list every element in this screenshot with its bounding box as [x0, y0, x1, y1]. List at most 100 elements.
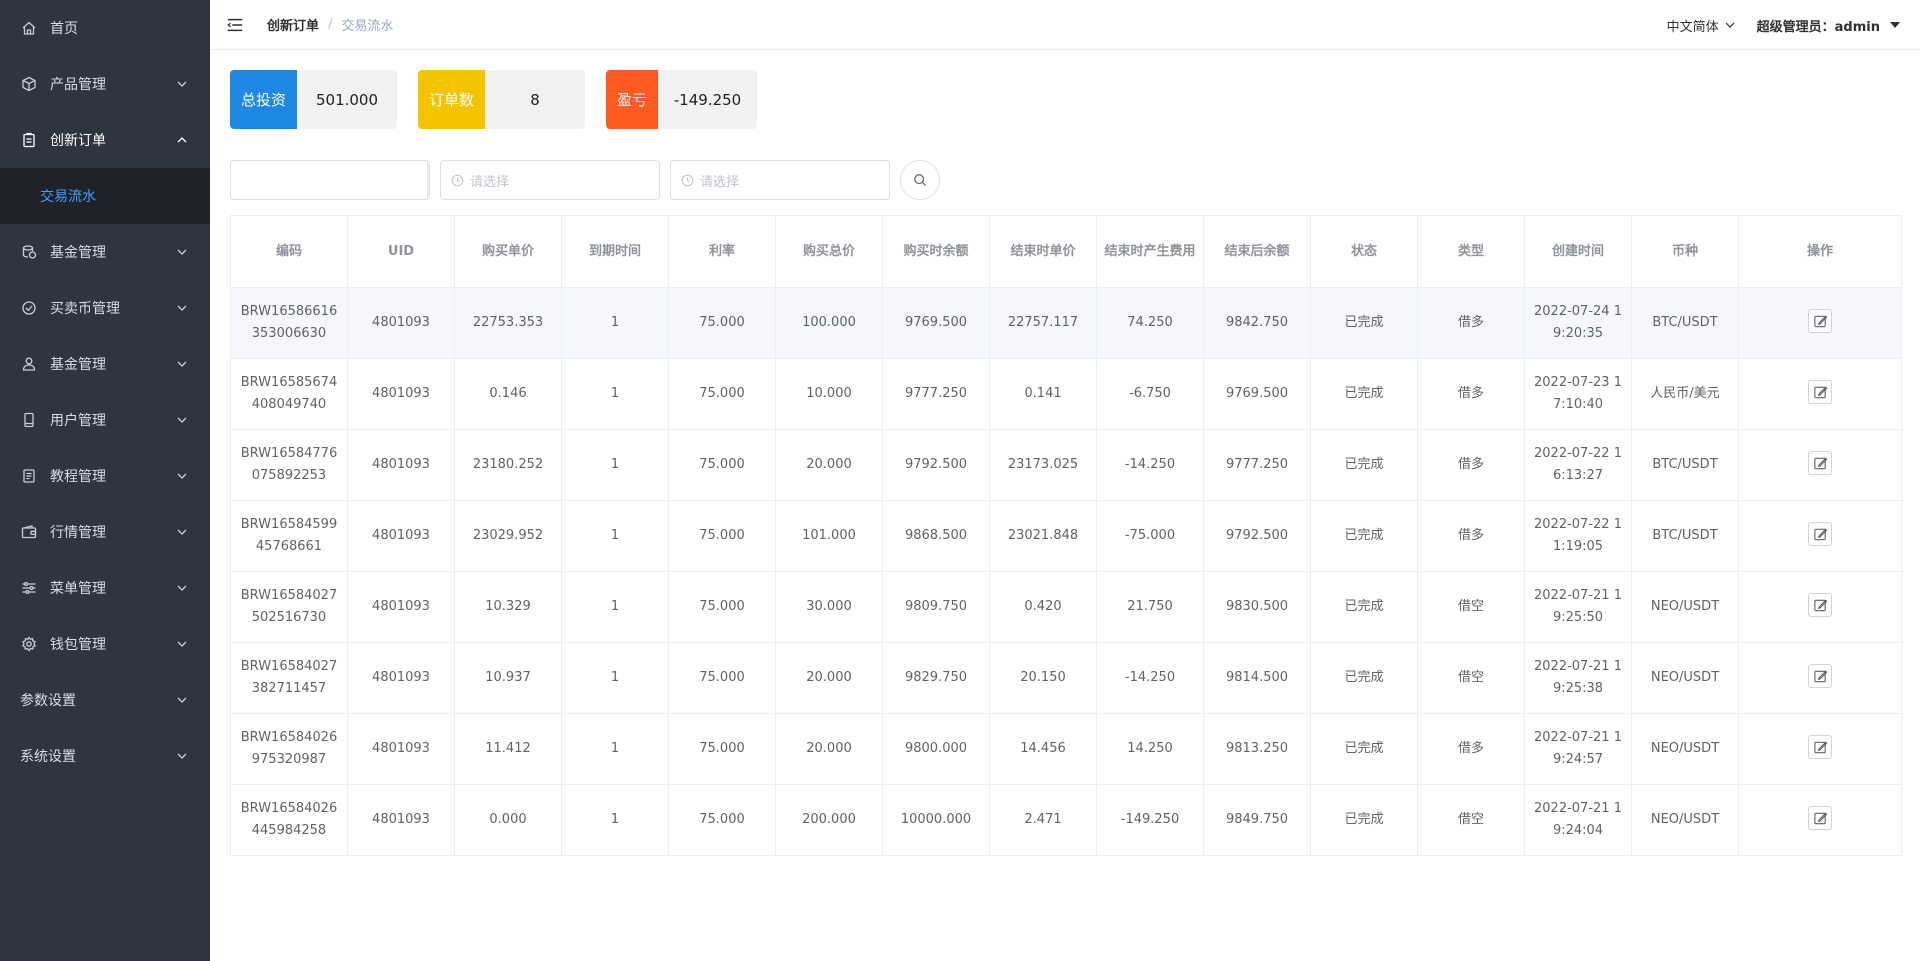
end-date-picker[interactable]: 请选择	[670, 160, 890, 200]
sidebar-item-label: 菜单管理	[50, 581, 106, 597]
edit-button[interactable]	[1808, 593, 1832, 618]
sidebar-item-label: 基金管理	[50, 245, 106, 261]
sidebar-item-wallet[interactable]: 钱包管理	[0, 616, 210, 672]
stat-label: 盈亏	[606, 70, 658, 129]
edit-button[interactable]	[1808, 451, 1832, 476]
table-cell: 9809.750	[882, 571, 990, 643]
table-cell: 9792.500	[882, 429, 990, 501]
edit-button[interactable]	[1808, 735, 1832, 760]
sidebar-item-system[interactable]: 系统设置	[0, 728, 210, 784]
hamburger-icon[interactable]	[225, 15, 245, 35]
sidebar-item-market[interactable]: 行情管理	[0, 504, 210, 560]
clock-icon	[681, 174, 694, 186]
table-cell: 75.000	[668, 571, 776, 643]
table-cell: 9868.500	[882, 500, 990, 572]
caret-down-icon	[1890, 22, 1900, 28]
table-cell: 1	[561, 571, 669, 643]
sidebar-item-params[interactable]: 参数设置	[0, 672, 210, 728]
sidebar-item-innovation-orders[interactable]: 创新订单	[0, 112, 210, 168]
sidebar-item-home[interactable]: 首页	[0, 0, 210, 56]
sidebar-item-fund-2[interactable]: 基金管理	[0, 336, 210, 392]
edit-icon	[1813, 314, 1828, 329]
table-cell: 2022-07-24 19:20:35	[1524, 287, 1632, 359]
user-menu[interactable]: 超级管理员：admin	[1757, 16, 1900, 35]
breadcrumb-separator: /	[328, 17, 333, 32]
language-switcher[interactable]: 中文简体	[1667, 16, 1735, 35]
table-cell: BRW16584026445984258	[230, 784, 348, 856]
chevron-down-icon	[176, 414, 188, 426]
sidebar-item-label: 创新订单	[50, 133, 106, 149]
coins-icon	[20, 243, 38, 261]
search-group	[230, 160, 430, 200]
sidebar-item-users[interactable]: 用户管理	[0, 392, 210, 448]
edit-button[interactable]	[1808, 806, 1832, 831]
table-cell: BRW16584776075892253	[230, 429, 348, 501]
table-cell: BRW16584027502516730	[230, 571, 348, 643]
sidebar-item-label: 买卖币管理	[50, 301, 120, 317]
chevron-down-icon	[176, 358, 188, 370]
table-cell: 4801093	[347, 358, 455, 430]
table-cell: 2022-07-21 19:25:38	[1524, 642, 1632, 714]
chevron-down-icon	[176, 246, 188, 258]
chevron-down-icon	[176, 750, 188, 762]
table-cell: 9769.500	[1203, 358, 1311, 430]
table-cell: 23021.848	[989, 500, 1097, 572]
home-icon	[20, 19, 38, 37]
sidebar-item-coin-trade[interactable]: 买卖币管理	[0, 280, 210, 336]
stat-value: -149.250	[673, 90, 742, 109]
search-icon	[914, 174, 927, 187]
table-cell: 人民币/美元	[1631, 358, 1739, 430]
table-cell-actions	[1738, 429, 1902, 501]
table-cell: 借多	[1417, 429, 1525, 501]
table-cell: 1	[561, 429, 669, 501]
table-row: BRW16584026975320987 4801093 11.412 1 75.000…	[230, 713, 1902, 785]
clipboard-icon	[20, 131, 38, 149]
header-right: 中文简体 超级管理员：admin	[1667, 0, 1900, 50]
table-cell: 借多	[1417, 287, 1525, 359]
edit-button[interactable]	[1808, 522, 1832, 547]
chevron-down-icon	[176, 302, 188, 314]
check-circle-icon	[20, 299, 38, 317]
search-button[interactable]	[427, 161, 429, 199]
users-icon	[20, 355, 38, 373]
edit-icon	[1813, 669, 1828, 684]
search-input[interactable]	[231, 161, 427, 199]
start-date-picker[interactable]: 请选择	[440, 160, 660, 200]
table-cell: 9814.500	[1203, 642, 1311, 714]
column-header: UID	[347, 215, 455, 288]
sidebar-item-menus[interactable]: 菜单管理	[0, 560, 210, 616]
table-cell: 1	[561, 642, 669, 714]
table-cell: 9777.250	[882, 358, 990, 430]
table-row: BRW16586616353006630 4801093 22753.353 1 75.…	[230, 287, 1902, 359]
table-cell-actions	[1738, 784, 1902, 856]
sidebar-item-label: 行情管理	[50, 525, 106, 541]
sidebar-item-tutorials[interactable]: 教程管理	[0, 448, 210, 504]
edit-button[interactable]	[1808, 309, 1832, 334]
edit-icon	[1813, 385, 1828, 400]
table-cell: 2022-07-22 16:13:27	[1524, 429, 1632, 501]
table-cell: 10000.000	[882, 784, 990, 856]
table-cell: -75.000	[1096, 500, 1204, 572]
sidebar-item-products[interactable]: 产品管理	[0, 56, 210, 112]
table-cell: NEO/USDT	[1631, 784, 1739, 856]
table-row: BRW1658459945768661 4801093 23029.952 1 75.0…	[230, 500, 1902, 572]
breadcrumb-item[interactable]: 创新订单	[267, 15, 319, 34]
column-header: 创建时间	[1524, 215, 1632, 288]
table-cell: 75.000	[668, 642, 776, 714]
table-cell: 已完成	[1310, 571, 1418, 643]
box-icon	[20, 75, 38, 93]
filter-search-button[interactable]	[900, 160, 940, 200]
sidebar-item-fund-1[interactable]: 基金管理	[0, 224, 210, 280]
sidebar-item-label: 教程管理	[50, 469, 106, 485]
table-cell: 0.000	[454, 784, 562, 856]
edit-button[interactable]	[1808, 380, 1832, 405]
chevron-down-icon	[176, 638, 188, 650]
sidebar-subitem-transactions[interactable]: 交易流水	[0, 168, 210, 224]
stat-order-count: 订单数 8	[418, 70, 585, 129]
table-cell: 75.000	[668, 784, 776, 856]
edit-button[interactable]	[1808, 664, 1832, 689]
table-cell: 4801093	[347, 784, 455, 856]
table-cell: 23180.252	[454, 429, 562, 501]
top-header: 创新订单 / 交易流水 中文简体 超级管理员：admin	[210, 0, 1920, 50]
table-cell: 4801093	[347, 429, 455, 501]
